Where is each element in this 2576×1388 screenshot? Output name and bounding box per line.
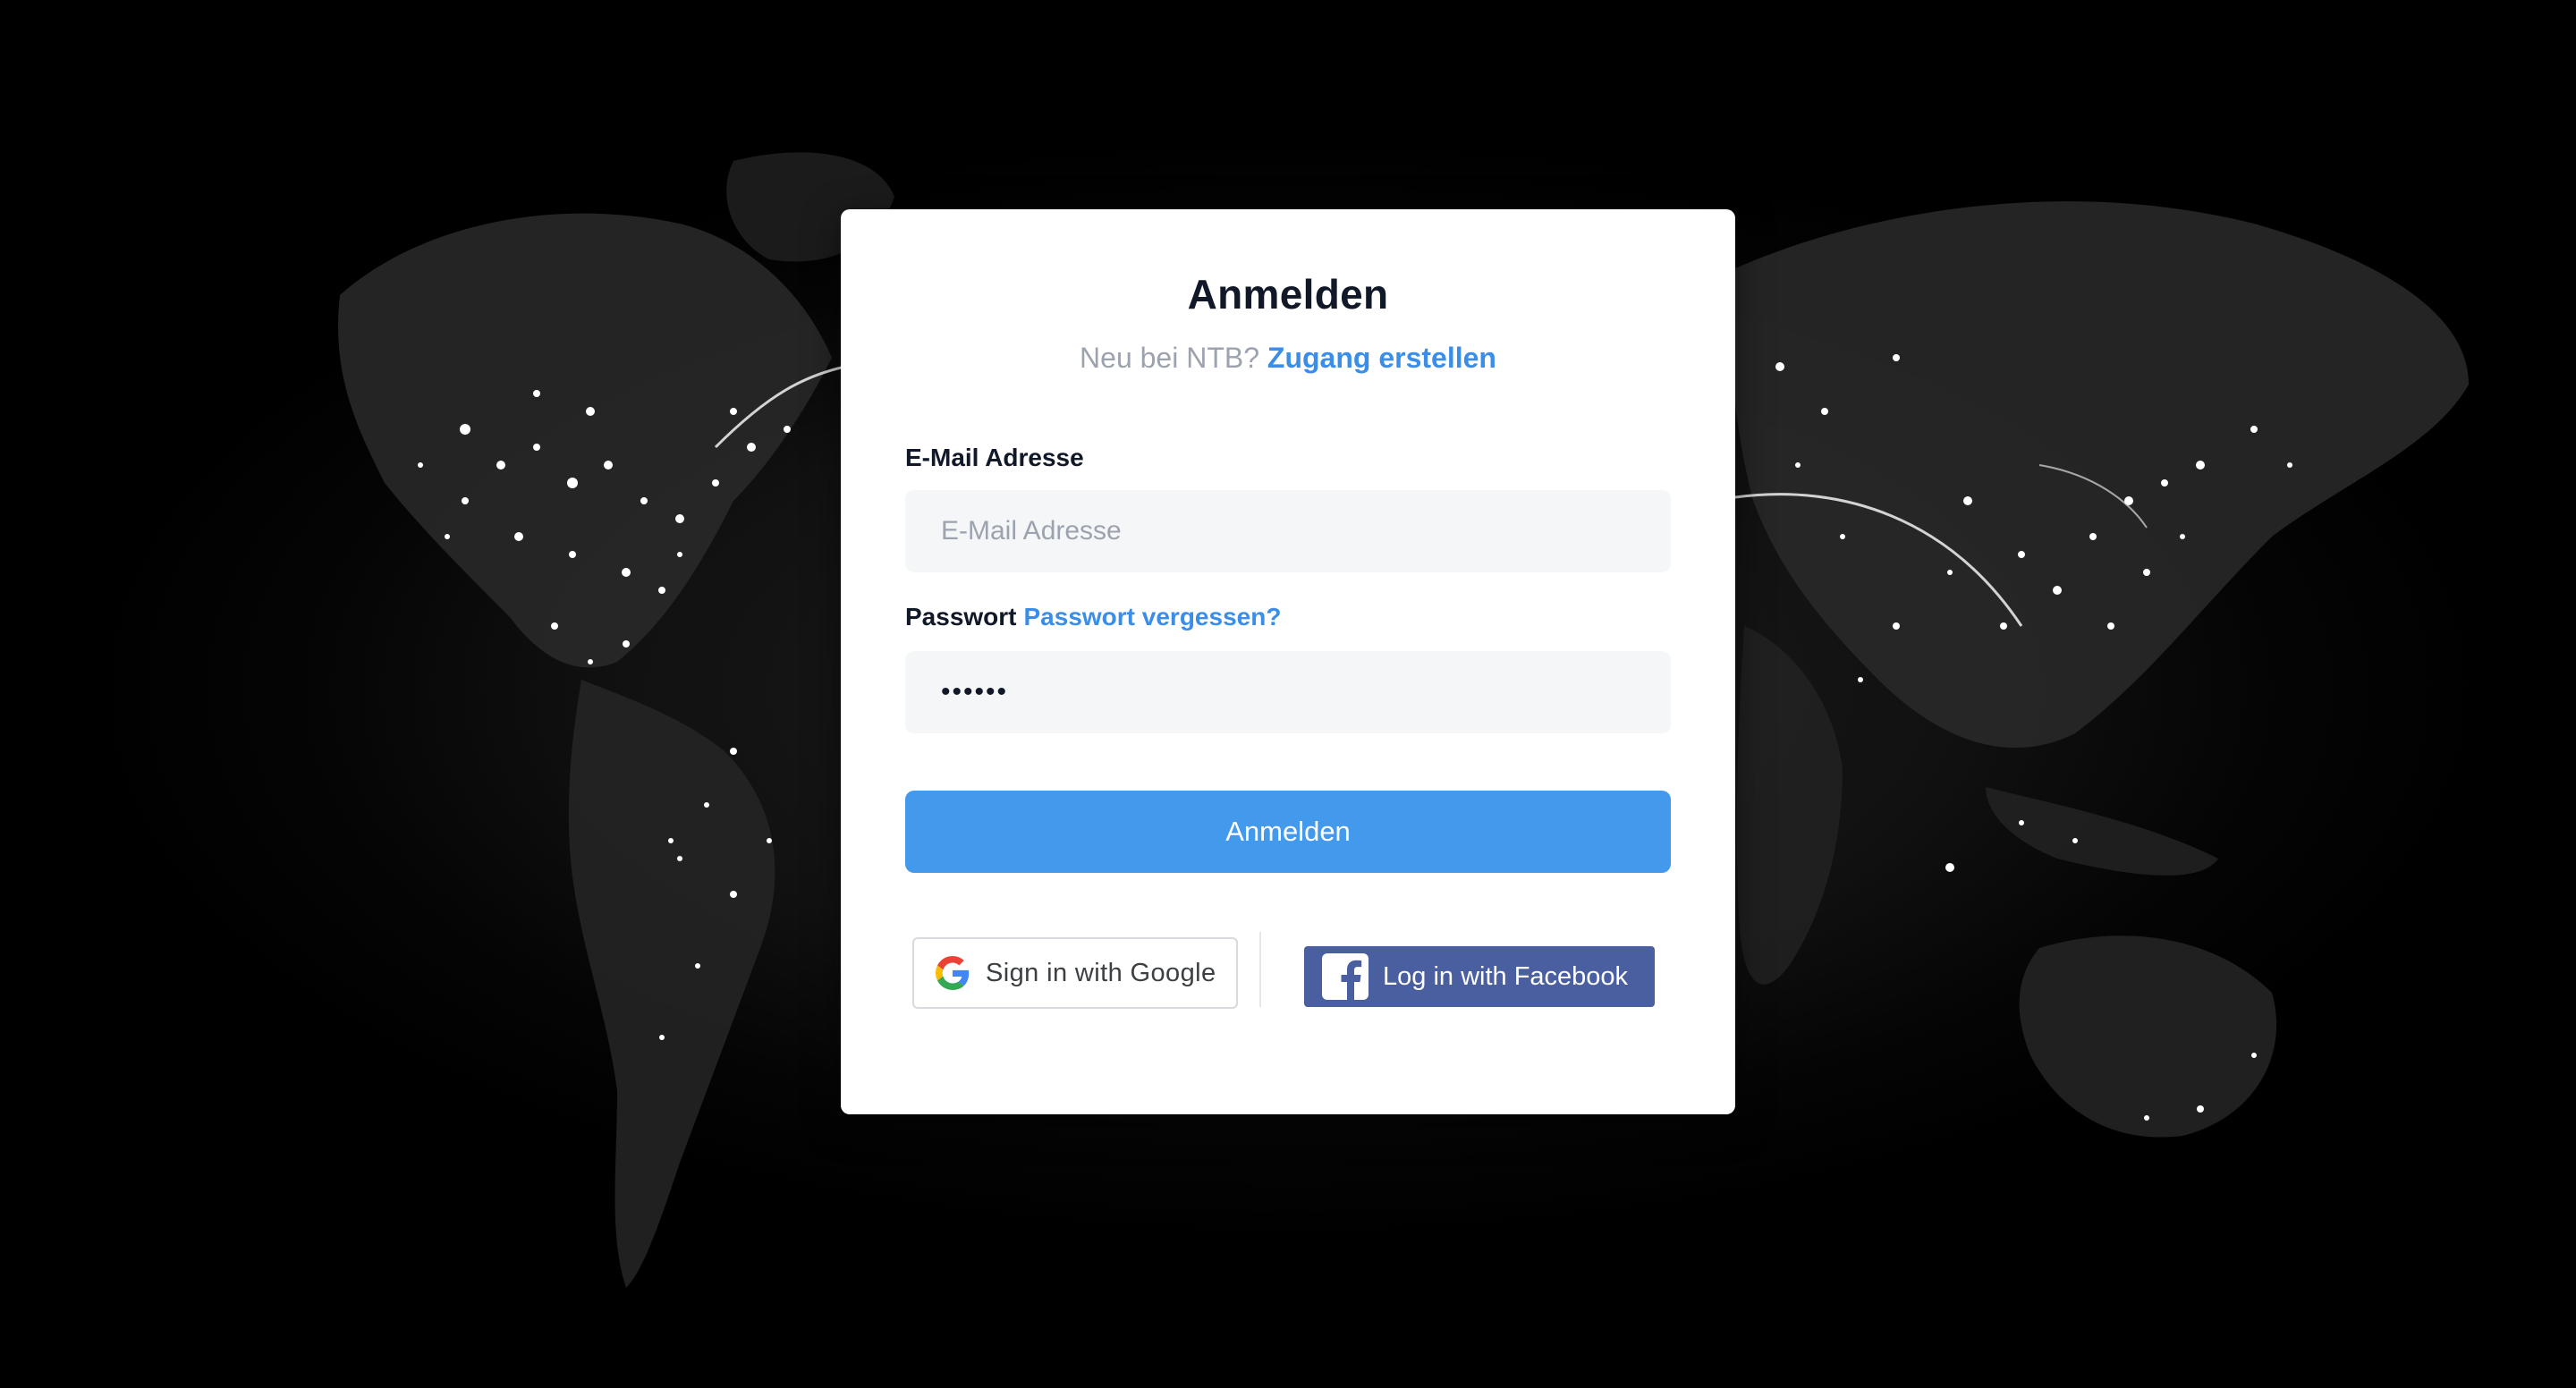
create-account-link[interactable]: Zugang erstellen [1267, 342, 1496, 374]
google-g-icon [936, 956, 970, 990]
email-field[interactable] [905, 490, 1671, 572]
signup-prompt: Neu bei NTB? Zugang erstellen [841, 342, 1735, 375]
signup-prompt-text: Neu bei NTB? [1080, 342, 1260, 374]
facebook-login-button[interactable]: Log in with Facebook [1304, 946, 1655, 1007]
email-label: E-Mail Adresse [905, 444, 1084, 471]
password-field[interactable] [905, 651, 1671, 733]
password-label-row: Passwort Passwort vergessen? [905, 603, 1281, 631]
page-title: Anmelden [1187, 271, 1389, 317]
login-card: Anmelden Neu bei NTB? Zugang erstellen E… [841, 209, 1735, 1114]
password-label: Passwort [905, 603, 1017, 631]
google-signin-label: Sign in with Google [986, 958, 1216, 987]
social-divider [1259, 932, 1261, 1007]
google-signin-button[interactable]: Sign in with Google [912, 937, 1238, 1009]
facebook-f-icon [1322, 953, 1368, 1000]
forgot-password-link[interactable]: Passwort vergessen? [1024, 603, 1282, 631]
login-button[interactable]: Anmelden [905, 791, 1671, 873]
facebook-login-label: Log in with Facebook [1383, 961, 1629, 991]
